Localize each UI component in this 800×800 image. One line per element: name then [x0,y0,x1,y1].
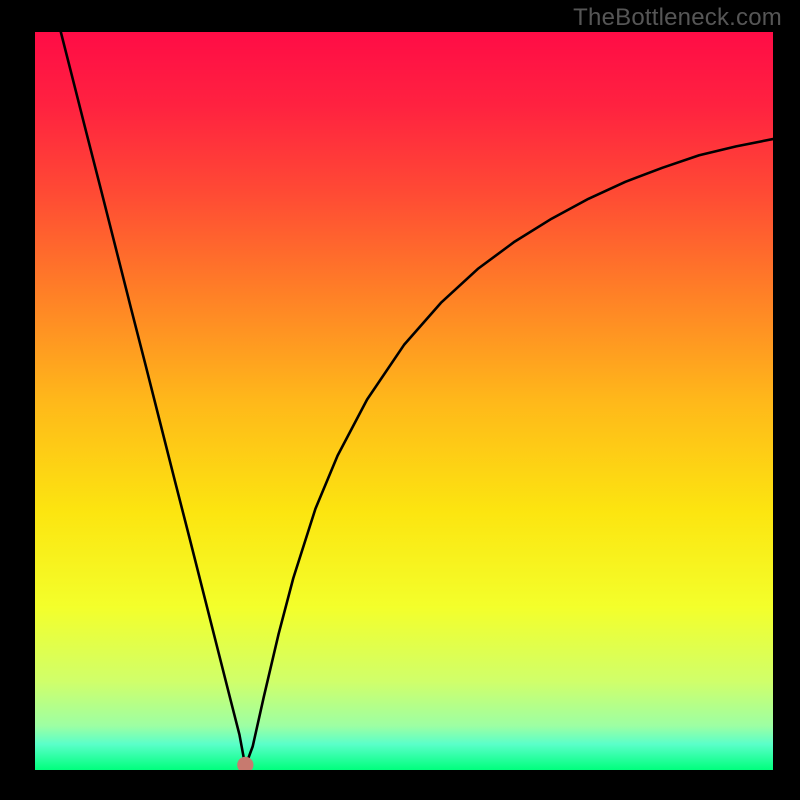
chart-background [35,32,773,770]
watermark-text: TheBottleneck.com [573,4,782,32]
chart-canvas [35,32,773,770]
chart-frame: TheBottleneck.com [0,0,800,800]
